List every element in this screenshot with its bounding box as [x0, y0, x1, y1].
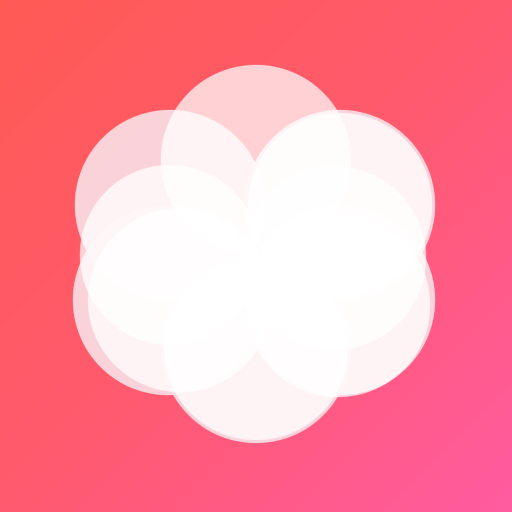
flower-logo-icon: [72, 64, 436, 444]
petal-upper-left-inner: [79, 164, 261, 346]
petal-top-inner: [247, 112, 433, 298]
app-icon: [0, 0, 512, 512]
